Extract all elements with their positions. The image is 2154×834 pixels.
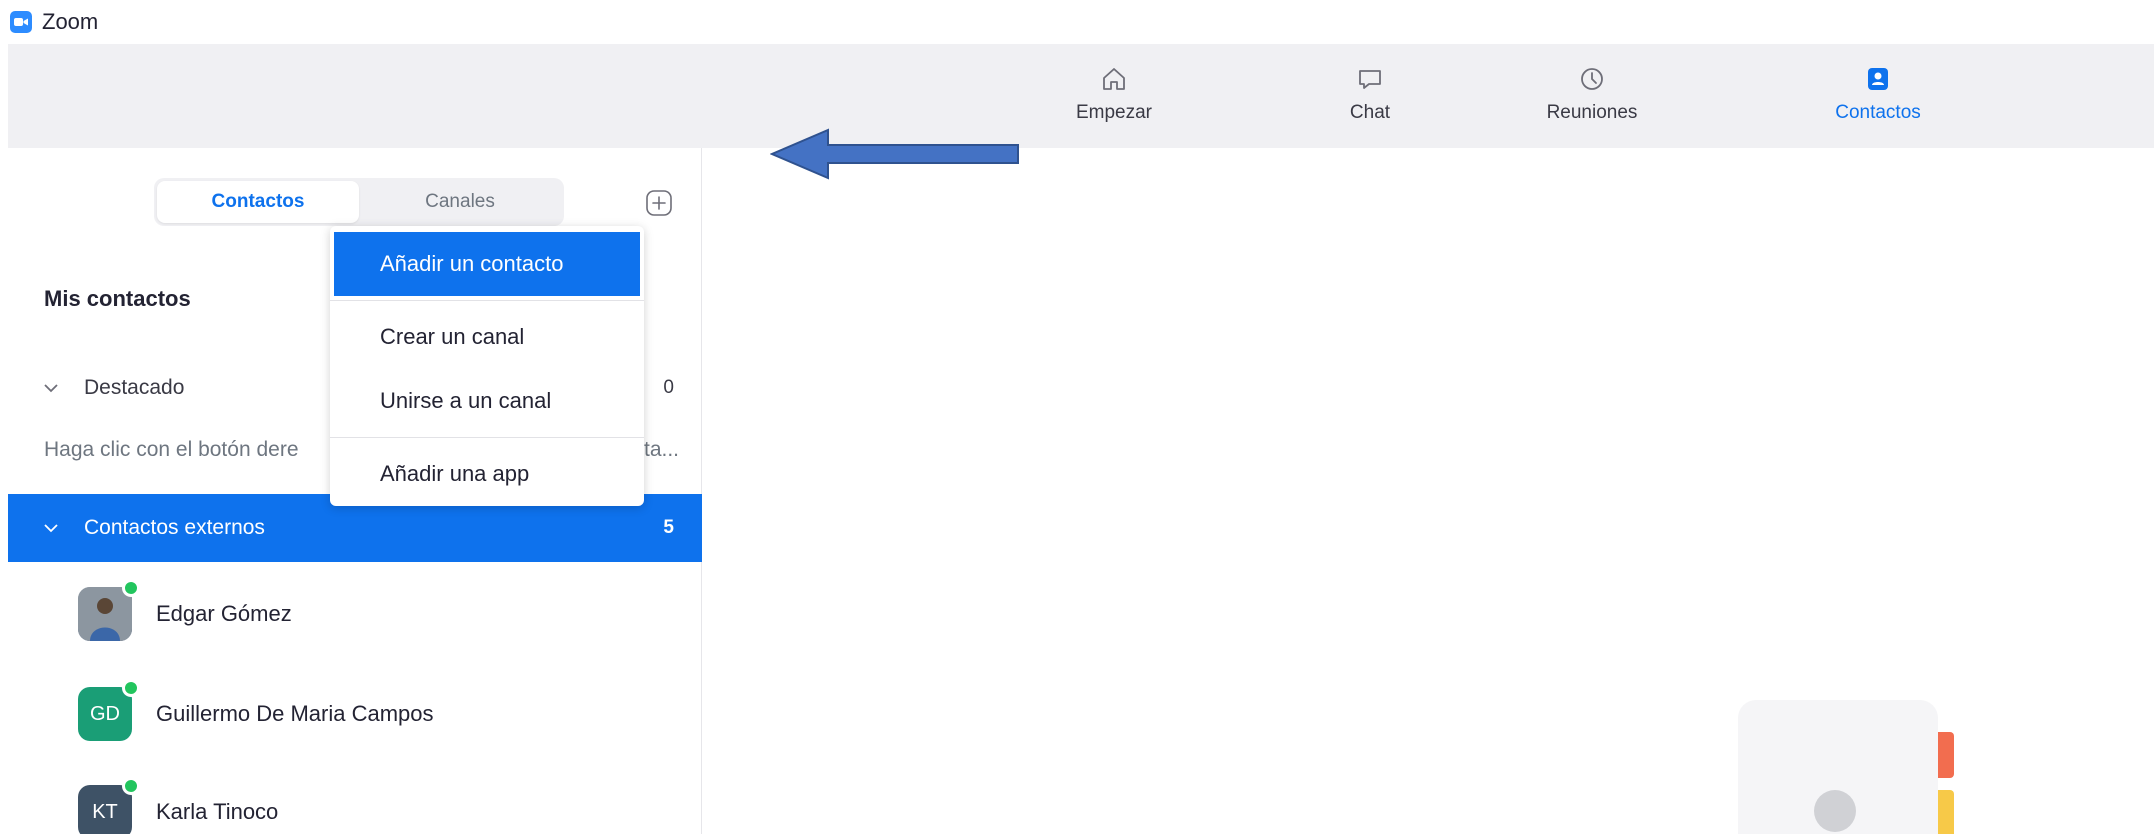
presence-online-icon xyxy=(122,679,140,697)
contact-name: Karla Tinoco xyxy=(156,799,279,824)
title-bar: Zoom xyxy=(0,0,2154,44)
window-title: Zoom xyxy=(42,9,99,34)
nav-meetings-button[interactable]: Reuniones xyxy=(1522,64,1662,124)
nav-home-label: Empezar xyxy=(1075,102,1153,123)
section-title: Mis contactos xyxy=(44,286,191,311)
nav-home-button[interactable]: Empezar xyxy=(1044,64,1184,124)
nav-chat-label: Chat xyxy=(1349,102,1391,123)
contact-name: Edgar Gómez xyxy=(156,601,292,626)
avatar: GD xyxy=(78,679,140,741)
avatar: KT xyxy=(78,777,140,834)
contact-item[interactable]: KT Karla Tinoco xyxy=(8,764,702,834)
chat-icon xyxy=(1359,70,1381,89)
menu-divider xyxy=(330,300,644,301)
menu-add-contact[interactable]: Añadir un contacto xyxy=(334,232,640,296)
avatar-initials: KT xyxy=(92,800,118,823)
nav-contacts-label: Contactos xyxy=(1835,102,1921,123)
chevron-down-icon xyxy=(44,384,58,393)
annotation-arrow-icon xyxy=(770,128,1019,180)
group-starred-label: Destacado xyxy=(84,376,185,399)
chevron-down-icon xyxy=(44,524,58,533)
group-external-label: Contactos externos xyxy=(84,516,265,539)
hint-text-tail: ta... xyxy=(644,438,680,461)
menu-join-channel[interactable]: Unirse a un canal xyxy=(330,369,644,433)
clock-icon xyxy=(1581,68,1603,90)
contact-item[interactable]: GD Guillermo De Maria Campos xyxy=(8,666,702,762)
nav-contacts-button[interactable]: Contactos xyxy=(1808,64,1948,124)
nav-chat-button[interactable]: Chat xyxy=(1300,64,1440,124)
zoom-camera-icon xyxy=(10,11,32,33)
presence-online-icon xyxy=(122,777,140,795)
group-starred-count: 0 xyxy=(663,377,674,398)
empty-state-illustration xyxy=(1738,700,1938,834)
menu-create-channel[interactable]: Crear un canal xyxy=(330,305,644,369)
hint-text: Haga clic con el botón dere xyxy=(44,438,299,461)
contact-name: Guillermo De Maria Campos xyxy=(156,701,434,726)
avatar xyxy=(78,579,140,641)
add-plus-icon[interactable] xyxy=(644,188,674,218)
presence-online-icon xyxy=(122,579,140,597)
add-menu: Añadir un contacto Crear un canal Unirse… xyxy=(330,226,644,506)
group-external-count: 5 xyxy=(663,517,674,538)
contact-item[interactable]: Edgar Gómez xyxy=(8,566,702,662)
contacts-icon xyxy=(1868,68,1888,90)
top-navigation: Empezar Chat Reuniones Contactos xyxy=(8,44,2154,148)
tab-contactos[interactable]: Contactos xyxy=(157,181,359,223)
menu-add-app[interactable]: Añadir una app xyxy=(330,442,644,506)
avatar-initials: GD xyxy=(90,702,120,725)
person-photo-icon xyxy=(78,587,132,641)
illustration-dot xyxy=(1814,790,1856,832)
home-icon xyxy=(1103,68,1125,90)
segmented-tabs: Contactos Canales xyxy=(154,178,564,226)
illustration-tab-orange xyxy=(1938,732,1954,778)
tab-canales[interactable]: Canales xyxy=(359,181,561,223)
menu-divider xyxy=(330,437,644,438)
nav-meetings-label: Reuniones xyxy=(1546,102,1638,123)
illustration-tab-yellow xyxy=(1938,790,1954,834)
